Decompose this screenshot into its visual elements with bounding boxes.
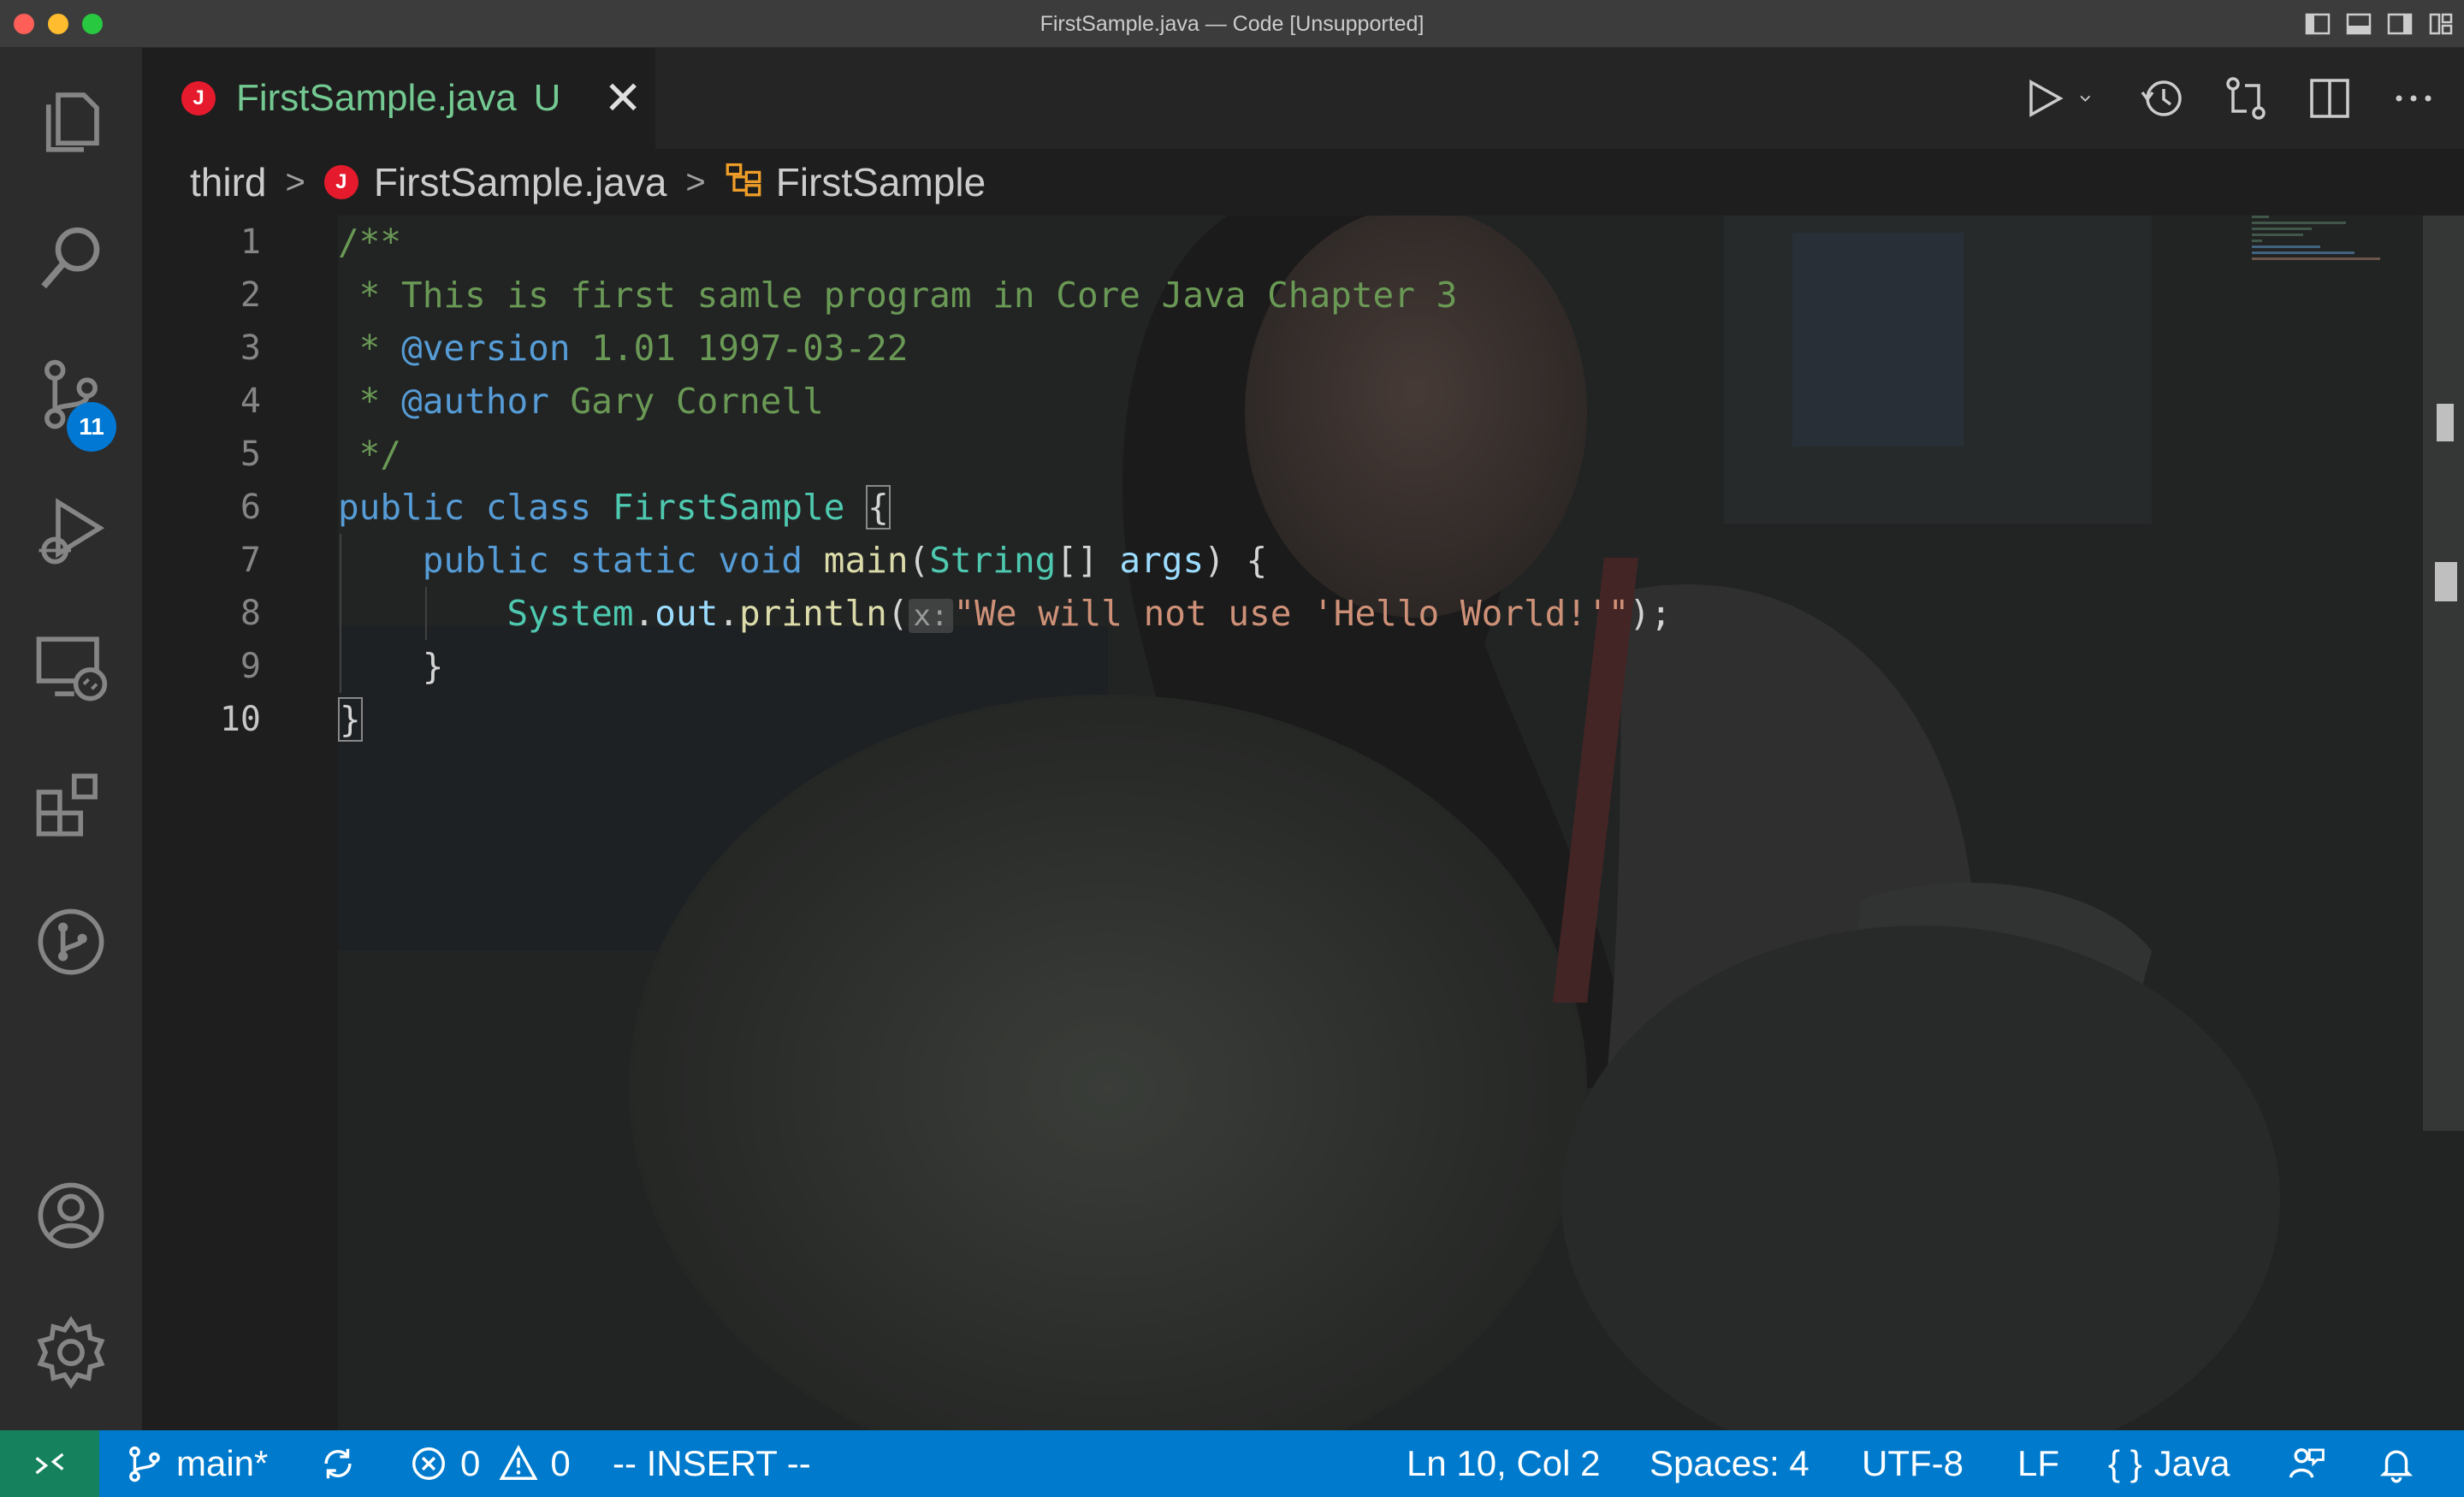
error-count: 0 [460, 1443, 481, 1483]
activity-bar: 11 [0, 48, 142, 1430]
timeline-history-icon[interactable] [2137, 74, 2187, 123]
code-editor[interactable]: /** * This is first samle program in Cor… [338, 216, 2408, 1430]
notifications-bell-icon[interactable] [2377, 1430, 2416, 1497]
open-changes-icon[interactable] [2221, 74, 2271, 123]
run-debug-icon[interactable] [0, 467, 142, 595]
editor-actions [2019, 74, 2438, 123]
remote-explorer-icon[interactable] [0, 604, 142, 732]
breadcrumb-file[interactable]: FirstSample.java [374, 159, 667, 205]
search-icon[interactable] [0, 193, 142, 322]
code-line-3: * @version 1.01 1997-03-22 [338, 328, 909, 369]
code-line-8: System.out.println(x: "We will not use 'H… [506, 593, 1672, 634]
line-number: 7 [240, 541, 261, 580]
toggle-panel-icon[interactable] [2346, 12, 2372, 36]
line-number: 8 [240, 594, 261, 633]
remote-indicator[interactable] [0, 1430, 99, 1497]
cursor-position-marker [2435, 562, 2457, 601]
language-mode[interactable]: { } Java [2108, 1430, 2230, 1497]
java-file-icon: J [323, 165, 358, 199]
status-bar: main* 0 0 -- INSERT -- Ln 10, Col 2 Spac… [0, 1430, 2464, 1497]
settings-gear-icon[interactable] [0, 1288, 142, 1417]
code-line-4: * @author Gary Cornell [338, 381, 824, 422]
explorer-icon[interactable] [0, 56, 142, 185]
tab-firstsample-java[interactable]: J FirstSample.java U ✕ [142, 48, 655, 149]
sync-icon[interactable] [318, 1430, 358, 1497]
vim-mode: -- INSERT -- [613, 1443, 811, 1483]
line-number-gutter: 1 2 3 4 5 6 7 8 9 10 [142, 216, 338, 1430]
code-line-9: } [422, 646, 444, 687]
customize-layout-icon[interactable] [2428, 12, 2454, 36]
breadcrumb-separator: > [685, 163, 706, 201]
window-title: FirstSample.java — Code [Unsupported] [1040, 12, 1424, 36]
code-line-6: public class FirstSample { [338, 485, 891, 530]
breadcrumb-folder[interactable]: third [190, 159, 266, 205]
line-number: 9 [240, 647, 261, 686]
git-graph-icon[interactable] [0, 878, 142, 1006]
chevron-down-icon[interactable] [2077, 74, 2103, 123]
line-number-active: 10 [219, 700, 261, 739]
inlay-parameter-hint: x: [908, 599, 954, 633]
code-line-2: * This is first samle program in Core Ja… [338, 275, 1458, 316]
line-number: 5 [240, 435, 261, 474]
editor-tabs: J FirstSample.java U ✕ [142, 48, 2464, 149]
tab-git-status: U [533, 77, 561, 119]
extensions-icon[interactable] [0, 741, 142, 869]
language-label: Java [2153, 1443, 2230, 1483]
line-number: 3 [240, 328, 261, 368]
class-symbol-icon [725, 159, 762, 205]
line-number: 1 [240, 222, 261, 262]
breadcrumb-separator: > [285, 163, 305, 201]
editor-area: J FirstSample.java U ✕ third > J FirstSa… [142, 48, 2464, 1430]
warning-count: 0 [550, 1443, 571, 1483]
cursor-position[interactable]: Ln 10, Col 2 [1407, 1430, 1601, 1497]
branch-name: main* [176, 1443, 269, 1483]
minimap[interactable] [2252, 216, 2423, 301]
layout-controls [2305, 12, 2454, 36]
code-line-10: } [338, 697, 363, 742]
more-actions-icon[interactable] [2389, 74, 2438, 123]
tab-label: FirstSample.java [236, 77, 517, 119]
eol-status[interactable]: LF [2017, 1430, 2059, 1497]
line-number: 4 [240, 382, 261, 421]
feedback-icon[interactable] [2288, 1430, 2327, 1497]
account-icon[interactable] [0, 1151, 142, 1280]
java-file-icon: J [181, 81, 216, 115]
breadcrumb: third > J FirstSample.java > FirstSample [142, 149, 2464, 216]
split-editor-icon[interactable] [2305, 74, 2354, 123]
source-control-badge: 11 [67, 402, 116, 452]
line-number: 6 [240, 488, 261, 527]
encoding-status[interactable]: UTF-8 [1862, 1430, 1964, 1497]
indentation-status[interactable]: Spaces: 4 [1650, 1430, 1810, 1497]
breadcrumb-symbol[interactable]: FirstSample [776, 159, 986, 205]
scroll-marker [2437, 404, 2454, 441]
problems-status[interactable]: 0 0 [409, 1430, 571, 1497]
code-line-1: /** [338, 222, 402, 263]
tab-close-icon[interactable]: ✕ [603, 75, 642, 121]
toggle-secondary-sidebar-icon[interactable] [2387, 12, 2413, 36]
title-bar: FirstSample.java — Code [Unsupported] [0, 0, 2464, 48]
braces-icon: { } [2108, 1443, 2142, 1483]
run-java-icon[interactable] [2019, 74, 2069, 123]
branch-status[interactable]: main* [125, 1430, 268, 1497]
toggle-primary-sidebar-icon[interactable] [2305, 12, 2331, 36]
source-control-icon[interactable]: 11 [0, 330, 142, 459]
code-line-5: */ [338, 434, 402, 475]
line-number: 2 [240, 275, 261, 315]
code-line-7: public static void main(String[] args) { [422, 540, 1268, 581]
vertical-scrollbar[interactable] [2423, 216, 2464, 1131]
